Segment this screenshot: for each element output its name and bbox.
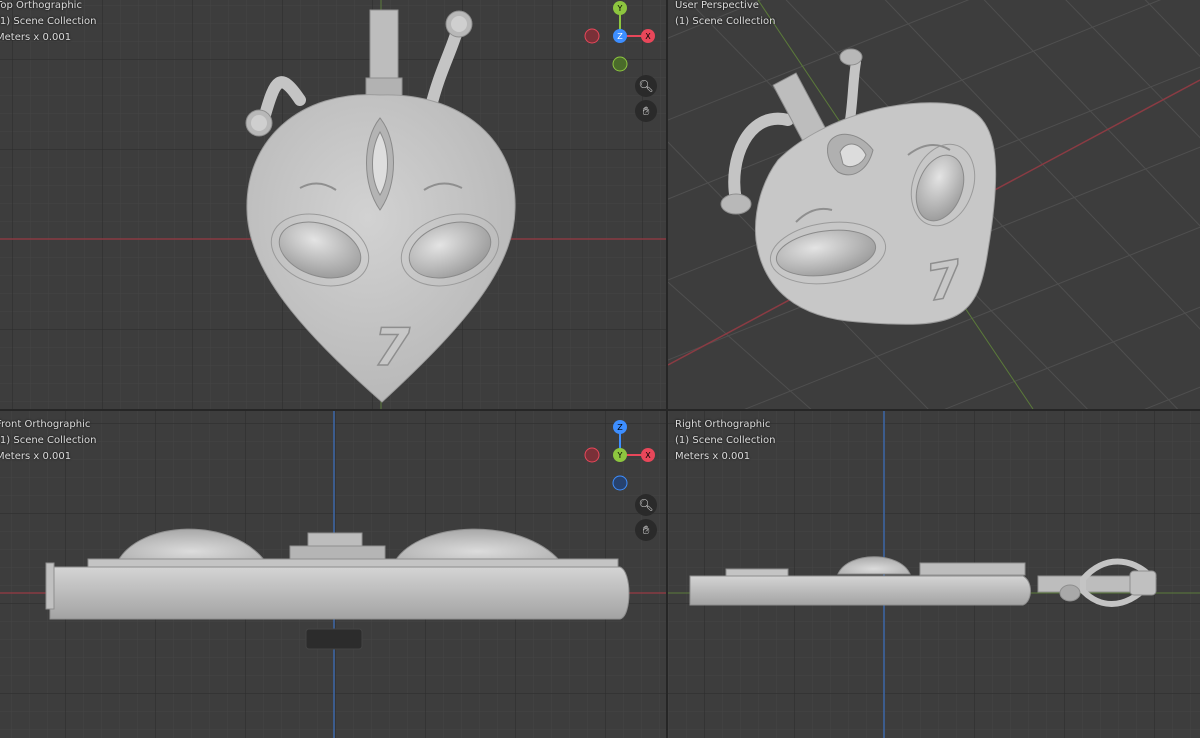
scene-collection-label: (1) Scene Collection	[0, 16, 97, 27]
hand-pan-icon[interactable]: ✋︎	[635, 100, 657, 122]
viewport-title: Right Orthographic	[675, 419, 771, 430]
zoom-icon[interactable]: 🔍︎	[635, 75, 657, 97]
scene-collection-label: (1) Scene Collection	[675, 16, 776, 27]
scene-collection-label: (1) Scene Collection	[675, 435, 776, 446]
svg-text:X: X	[645, 451, 651, 460]
viewport-top-orthographic[interactable]: 7 Top Orthographic (1) Scene Collection …	[0, 0, 666, 409]
viewport-front-orthographic[interactable]: Front Orthographic (1) Scene Collection …	[0, 411, 666, 738]
viewport-title: Top Orthographic	[0, 0, 82, 11]
viewport-title: User Perspective	[675, 0, 759, 11]
grid-perspective: 7	[668, 0, 1200, 409]
svg-text:Y: Y	[617, 451, 623, 460]
viewport-user-perspective[interactable]: 7 User Perspective (1) Scene Collection	[668, 0, 1200, 409]
engraving-seven: 7	[374, 318, 411, 378]
svg-text:Z: Z	[617, 423, 623, 432]
navigation-gizmo[interactable]: Z X Y	[582, 419, 658, 495]
zoom-icon[interactable]: 🔍︎	[635, 494, 657, 516]
grid-top: 7	[0, 0, 666, 409]
navigation-gizmo[interactable]: Y X Z	[582, 0, 658, 76]
hand-pan-icon[interactable]: ✋︎	[635, 519, 657, 541]
viewport-title: Front Orthographic	[0, 419, 91, 430]
viewport-right-orthographic[interactable]: Right Orthographic (1) Scene Collection …	[668, 411, 1200, 738]
svg-text:X: X	[645, 32, 651, 41]
units-label: Meters x 0.001	[0, 451, 72, 462]
scene-collection-label: (1) Scene Collection	[0, 435, 97, 446]
svg-text:Y: Y	[617, 4, 623, 13]
svg-text:Z: Z	[617, 32, 623, 41]
units-label: Meters x 0.001	[0, 32, 72, 43]
grid-front	[0, 411, 666, 738]
units-label: Meters x 0.001	[675, 451, 751, 462]
